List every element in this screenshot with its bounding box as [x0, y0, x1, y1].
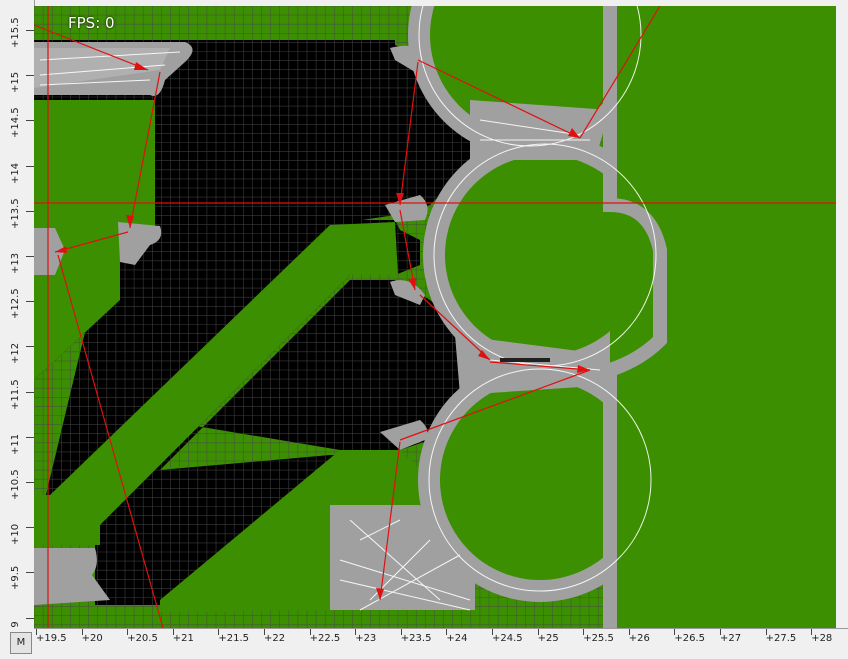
- x-ruler-tick: [583, 629, 585, 635]
- net-segment: [500, 358, 550, 362]
- x-ruler-tick: [811, 629, 813, 635]
- x-ruler-tick: [309, 629, 311, 635]
- x-ruler-label: +21: [172, 633, 194, 644]
- y-ruler-label: +11.5: [10, 378, 21, 410]
- y-ruler-tick: [26, 527, 34, 529]
- clearance-top-pad-right: [470, 100, 610, 160]
- x-ruler-tick: [446, 629, 448, 635]
- pcb-canvas[interactable]: FPS: 0: [34, 6, 836, 628]
- x-ruler-label: +22.5: [309, 633, 341, 644]
- y-ruler-label: +12: [10, 343, 21, 365]
- y-ruler-label: +10: [10, 524, 21, 546]
- board-drawing: [34, 6, 836, 628]
- x-ruler-label: +24: [446, 633, 468, 644]
- y-ruler-label: +14: [10, 162, 21, 184]
- y-ruler-tick: [26, 482, 34, 483]
- x-ruler-label: +20.5: [127, 633, 158, 644]
- x-ruler-label: +27: [720, 633, 742, 644]
- x-ruler-tick: [400, 629, 402, 635]
- x-ruler-tick: [355, 629, 357, 635]
- x-ruler-tick: [492, 629, 493, 635]
- y-ruler-tick: [26, 301, 34, 303]
- y-ruler-tick: [26, 120, 34, 122]
- y-ruler-tick: [26, 165, 34, 167]
- vertical-ruler: +15.5 +15 +14.5 +14 +13.5 +13 +12.5 +12 +11.5 +11…: [0, 0, 35, 628]
- y-ruler-label: +13: [10, 252, 21, 274]
- x-ruler-tick: [36, 629, 37, 635]
- y-ruler-tick: [26, 30, 34, 31]
- x-ruler-tick: [628, 629, 630, 635]
- y-ruler-label: +9: [10, 621, 21, 628]
- y-ruler-label: +12.5: [10, 288, 21, 320]
- right-copper-region: [610, 6, 836, 628]
- x-ruler-tick: [537, 629, 539, 635]
- mode-button[interactable]: M: [10, 632, 32, 654]
- y-ruler-tick: [26, 346, 34, 348]
- y-ruler-label: +15: [10, 72, 21, 94]
- x-ruler-tick: [81, 629, 83, 635]
- x-ruler-tick: [674, 629, 676, 635]
- x-ruler-tick: [172, 629, 174, 635]
- fps-counter: FPS: 0: [68, 14, 115, 32]
- x-ruler-tick: [264, 629, 265, 635]
- x-ruler-label: +20: [81, 633, 103, 644]
- x-ruler-tick: [720, 629, 721, 635]
- y-ruler-label: +9.5: [10, 566, 21, 591]
- x-ruler-tick: [765, 629, 767, 635]
- x-ruler-label: +24.5: [492, 633, 523, 644]
- x-ruler-label: +25: [537, 633, 559, 644]
- x-ruler-label: +23.5: [400, 633, 432, 644]
- y-ruler-label: +14.5: [10, 107, 21, 139]
- y-ruler-label: +11: [10, 433, 21, 455]
- right-edge: [836, 0, 848, 628]
- x-ruler-label: +27.5: [765, 633, 797, 644]
- y-ruler-label: +15.5: [10, 17, 21, 48]
- y-ruler-tick: [26, 75, 34, 77]
- x-ruler-tick: [127, 629, 129, 635]
- y-ruler-tick: [26, 436, 34, 438]
- y-ruler-label: +13.5: [10, 198, 21, 229]
- y-ruler-tick: [26, 391, 34, 393]
- y-ruler-tick: [26, 572, 34, 574]
- x-ruler-label: +28: [811, 633, 833, 644]
- x-ruler-label: +22: [264, 633, 286, 644]
- y-ruler-tick: [26, 210, 34, 212]
- x-ruler-label: +23: [355, 633, 377, 644]
- x-ruler-label: +26.5: [674, 633, 706, 644]
- x-ruler-label: +25.5: [583, 633, 614, 644]
- x-ruler-tick: [218, 629, 220, 635]
- horizontal-ruler: +19.5 +20 +20.5 +21 +21.5 +22 +22.5 +23 +23.5 +24…: [34, 628, 848, 659]
- y-ruler-label: +10.5: [10, 469, 21, 500]
- y-ruler-tick: [26, 617, 34, 619]
- y-ruler-tick: [26, 256, 34, 257]
- x-ruler-label: +21.5: [218, 633, 250, 644]
- x-ruler-label: +19.5: [36, 633, 67, 644]
- x-ruler-label: +26: [628, 633, 650, 644]
